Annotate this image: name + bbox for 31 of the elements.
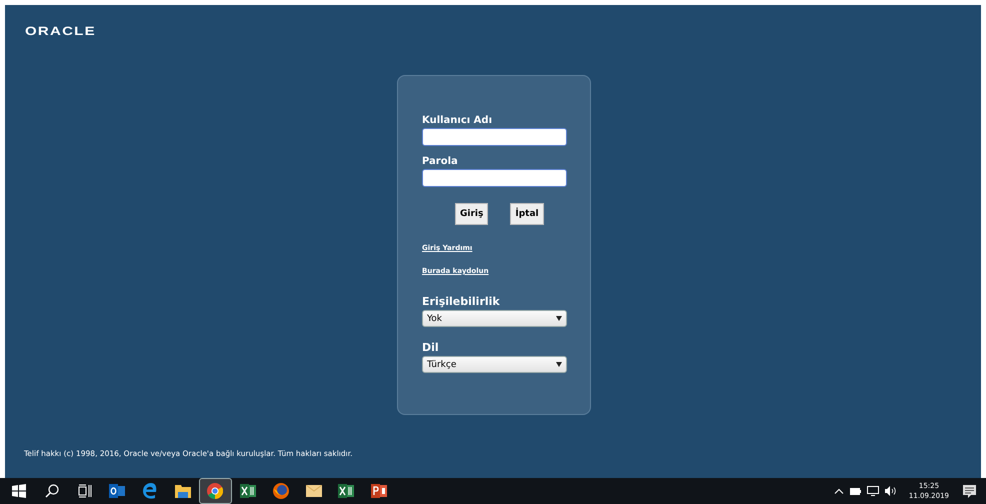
caret-icon xyxy=(556,316,562,321)
accessibility-label: Erişilebilirlik xyxy=(422,295,500,308)
chrome-icon xyxy=(207,483,224,499)
envelope-icon xyxy=(306,485,322,497)
windows-icon xyxy=(12,484,26,498)
login-button[interactable]: Giriş xyxy=(455,203,488,225)
oracle-logo: ORACLE xyxy=(25,24,96,38)
presentation-icon xyxy=(370,484,387,498)
mail-app-icon xyxy=(109,484,126,498)
task-view-icon xyxy=(78,484,92,498)
speaker-icon[interactable] xyxy=(884,486,897,496)
battery-icon[interactable] xyxy=(850,488,861,494)
fox-globe-icon xyxy=(272,483,289,499)
network-icon[interactable] xyxy=(866,486,879,496)
password-label: Parola xyxy=(422,156,458,167)
spreadsheet-icon xyxy=(240,484,256,498)
chevron-up-icon[interactable] xyxy=(834,488,844,494)
search-icon xyxy=(45,484,60,498)
password-field[interactable] xyxy=(422,169,567,187)
spreadsheet-icon xyxy=(338,484,354,498)
language-label: Dil xyxy=(422,341,439,354)
notification-icon[interactable] xyxy=(963,484,976,498)
username-label: Kullanıcı Adı xyxy=(422,115,492,126)
language-dropdown[interactable]: Türkçe xyxy=(422,356,567,373)
cancel-button[interactable]: İptal xyxy=(510,203,544,225)
folder-icon xyxy=(174,484,191,498)
accessibility-dropdown[interactable]: Yok xyxy=(422,310,567,327)
browser-e-icon xyxy=(142,483,158,499)
username-field[interactable] xyxy=(422,128,567,146)
chrome-taskbar-button[interactable] xyxy=(199,478,232,504)
caret-icon xyxy=(556,362,562,367)
